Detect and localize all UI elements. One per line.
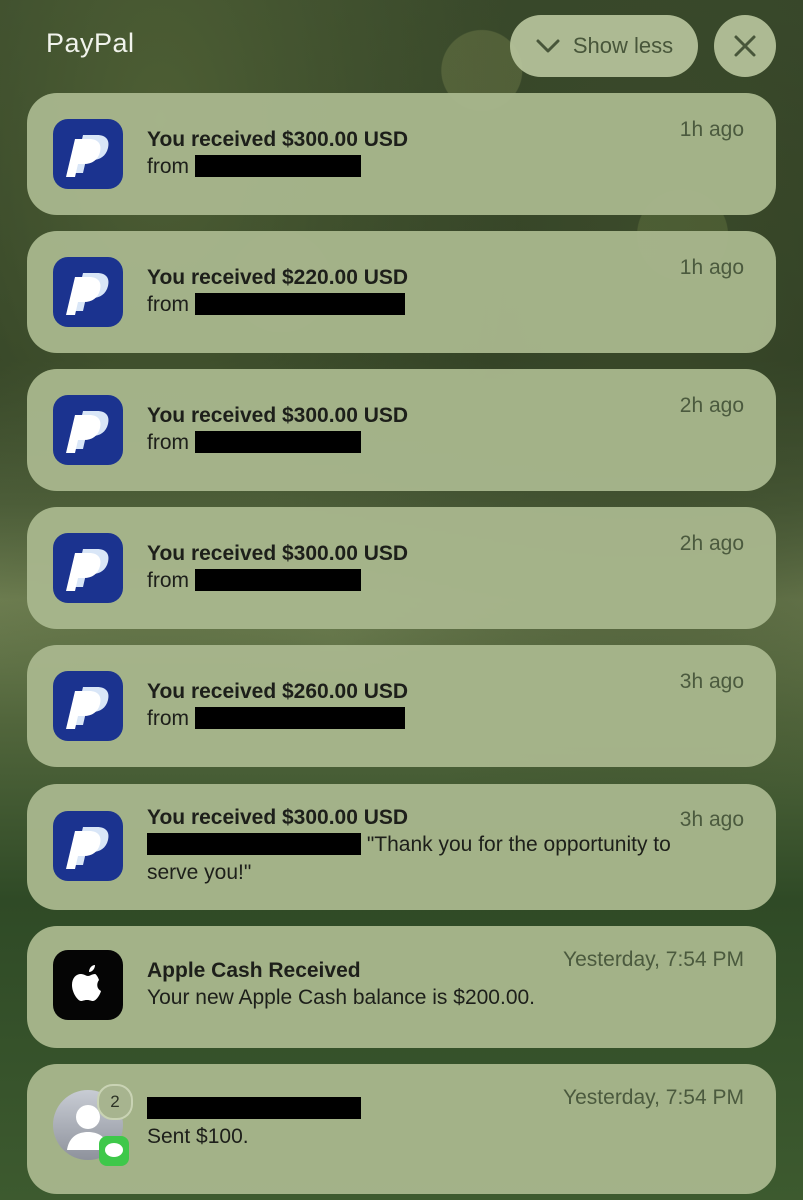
messages-icon: [99, 1136, 129, 1166]
paypal-app-icon: [53, 811, 123, 881]
notification-time: 1h ago: [679, 256, 744, 279]
chevron-down-icon: [536, 39, 560, 53]
notification-time: 3h ago: [679, 670, 744, 693]
paypal-app-icon: [53, 395, 123, 465]
paypal-app-icon: [53, 671, 123, 741]
close-group-button[interactable]: [714, 15, 776, 77]
sender-name: [147, 1097, 361, 1121]
notification-title: Apple Cash Received: [147, 959, 361, 982]
show-less-label: Show less: [572, 33, 674, 58]
notification-title: You received $300.00 USD: [147, 128, 409, 151]
notification-title: You received $260.00 USD: [147, 680, 409, 703]
apple-cash-app-icon: [53, 950, 123, 1020]
notification-body: from: [147, 293, 405, 317]
redacted-name: [194, 569, 361, 591]
notification-body: Your new Apple Cash balance is $200.00.: [147, 986, 536, 1009]
notification-title: You received $300.00 USD: [147, 404, 409, 427]
paypal-app-icon: [53, 119, 123, 189]
notification-time: Yesterday, 7:54 PM: [563, 1086, 744, 1109]
notification-time: 2h ago: [679, 394, 744, 417]
redacted-name: [147, 833, 361, 855]
message-count-badge: 2: [97, 1084, 133, 1120]
notification-body: Sent $100.: [147, 1125, 249, 1148]
paypal-app-icon: [53, 533, 123, 603]
notification-card[interactable]: You received $260.00 USD from 3h ago: [27, 645, 776, 767]
redacted-name: [194, 431, 361, 453]
app-group-title: PayPal: [46, 28, 135, 58]
notification-time: 3h ago: [679, 808, 744, 831]
notification-card[interactable]: You received $220.00 USD from 1h ago: [27, 231, 776, 353]
close-icon: [734, 35, 756, 57]
notification-body: from: [147, 569, 361, 593]
notification-title: You received $300.00 USD: [147, 542, 409, 565]
notification-body: "Thank you for the opportunity to: [147, 833, 671, 857]
notification-title: You received $220.00 USD: [147, 266, 409, 289]
notification-title: You received $300.00 USD: [147, 806, 409, 829]
notification-time: Yesterday, 7:54 PM: [563, 948, 744, 971]
redacted-name: [194, 155, 361, 177]
notification-card[interactable]: Apple Cash Received Your new Apple Cash …: [27, 926, 776, 1048]
notification-card[interactable]: You received $300.00 USD from 2h ago: [27, 507, 776, 629]
redacted-name: [194, 293, 405, 315]
redacted-name: [147, 1097, 361, 1119]
redacted-name: [194, 707, 405, 729]
notification-time: 1h ago: [679, 118, 744, 141]
notification-card[interactable]: You received $300.00 USD from 2h ago: [27, 369, 776, 491]
notification-card[interactable]: You received $300.00 USD "Thank you for …: [27, 784, 776, 910]
show-less-button[interactable]: Show less: [510, 15, 698, 77]
notification-body-line-2: serve you!": [147, 861, 252, 884]
notification-card[interactable]: 2 Sent $100. Yesterday, 7:54 PM: [27, 1064, 776, 1194]
notification-card[interactable]: You received $300.00 USD from 1h ago: [27, 93, 776, 215]
notification-body: from: [147, 155, 361, 179]
notification-body: from: [147, 707, 405, 731]
paypal-app-icon: [53, 257, 123, 327]
notification-body: from: [147, 431, 361, 455]
notification-time: 2h ago: [679, 532, 744, 555]
